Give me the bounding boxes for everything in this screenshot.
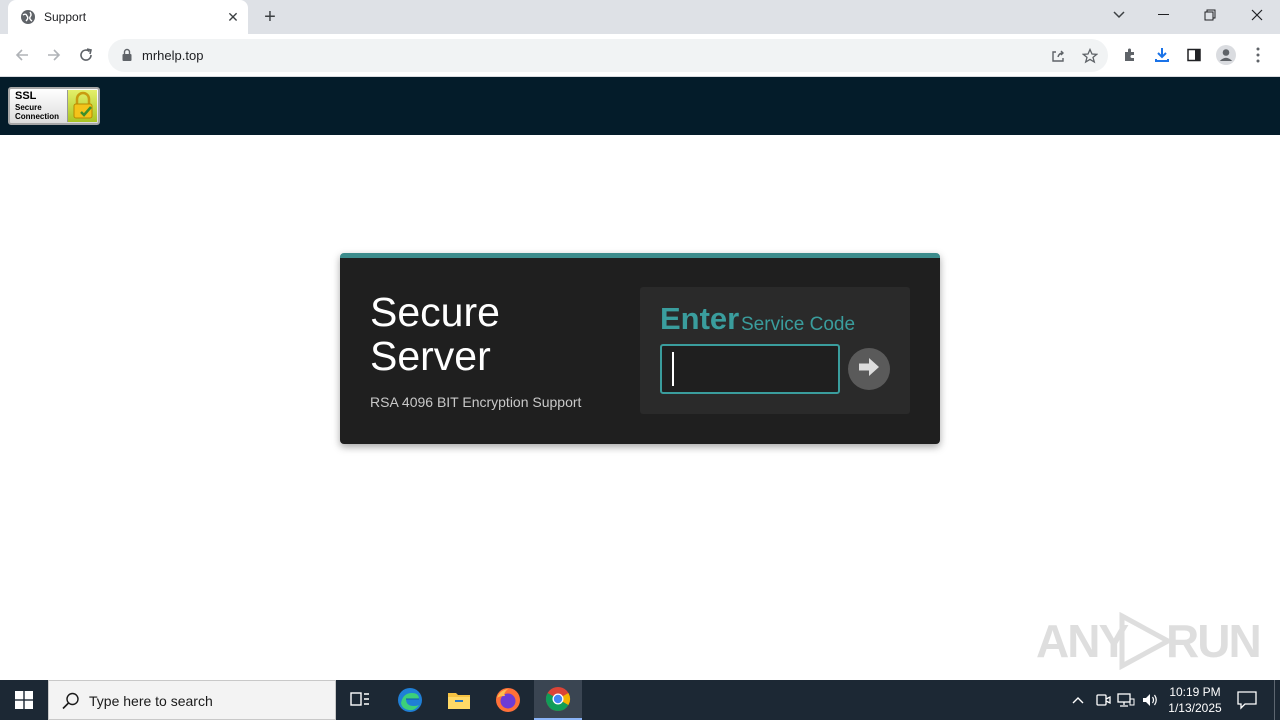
ssl-badge-title: SSL (15, 90, 37, 102)
anyrun-watermark: ANY RUN (1036, 610, 1262, 670)
download-icon[interactable] (1150, 43, 1174, 67)
restore-button[interactable] (1196, 4, 1224, 26)
url-text[interactable]: mrhelp.top (142, 48, 203, 63)
secure-server-card: Secure Server RSA 4096 BIT Encryption Sup… (340, 253, 940, 444)
clock-date: 1/13/2025 (1168, 701, 1222, 715)
arrow-right-icon (857, 357, 881, 382)
show-hidden-icons-chevron-icon[interactable] (1068, 690, 1088, 710)
play-logo-icon (1119, 612, 1174, 670)
submit-arrow-button[interactable] (848, 348, 890, 390)
service-code-panel: Enter Service Code (640, 287, 910, 414)
ssl-badge-subtitle: Secure Connection (15, 103, 59, 121)
ssl-secure-badge: SSL Secure Connection (8, 87, 100, 125)
tab-close-icon[interactable]: ✕ (224, 8, 242, 26)
lock-icon[interactable] (120, 48, 134, 62)
show-desktop-button[interactable] (1274, 680, 1280, 720)
enter-label: Enter (660, 301, 740, 336)
close-window-button[interactable] (1243, 4, 1271, 26)
bookmark-star-icon[interactable] (1078, 44, 1102, 68)
back-arrow-icon[interactable] (10, 43, 34, 67)
browser-toolbar: mrhelp.top (0, 34, 1280, 77)
volume-speaker-icon[interactable] (1140, 690, 1160, 710)
meet-now-icon[interactable] (1093, 690, 1113, 710)
forward-arrow-icon[interactable] (42, 43, 66, 67)
file-explorer-icon[interactable] (435, 680, 483, 720)
windows-start-icon[interactable] (0, 680, 48, 720)
network-icon[interactable] (1116, 690, 1136, 710)
side-panel-icon[interactable] (1182, 43, 1206, 67)
card-subtitle: RSA 4096 BIT Encryption Support (370, 394, 582, 410)
taskbar-search-box[interactable]: Type here to search (48, 680, 336, 720)
extensions-puzzle-icon[interactable] (1118, 43, 1142, 67)
profile-avatar-icon[interactable] (1214, 43, 1238, 67)
new-tab-button[interactable]: + (258, 6, 282, 28)
menu-kebab-icon[interactable] (1246, 43, 1270, 67)
search-placeholder: Type here to search (89, 693, 213, 709)
edge-browser-icon[interactable] (386, 680, 434, 720)
minimize-button[interactable] (1150, 4, 1178, 26)
reload-icon[interactable] (74, 43, 98, 67)
globe-icon (20, 9, 36, 25)
site-header: SSL Secure Connection (0, 77, 1280, 135)
tab-title: Support (44, 10, 87, 24)
notifications-icon[interactable] (1236, 690, 1258, 710)
share-icon[interactable] (1046, 44, 1070, 68)
padlock-check-icon (67, 90, 97, 122)
card-heading: Secure Server (370, 289, 500, 379)
service-code-label: Service Code (741, 314, 856, 335)
address-bar[interactable]: mrhelp.top (108, 39, 1108, 72)
tab-search-chevron-icon[interactable] (1105, 4, 1133, 26)
firefox-icon[interactable] (484, 680, 532, 720)
browser-tab-support[interactable]: Support ✕ (8, 0, 248, 34)
task-view-icon[interactable] (336, 680, 384, 720)
system-clock[interactable]: 10:19 PM 1/13/2025 (1162, 684, 1228, 716)
windows-taskbar: Type here to search 10:19 PM 1/13/2025 (0, 680, 1280, 720)
chrome-icon[interactable] (534, 680, 582, 720)
service-code-input[interactable] (660, 344, 840, 394)
text-caret (672, 352, 674, 386)
clock-time: 10:19 PM (1169, 685, 1221, 699)
search-icon (61, 691, 81, 711)
tab-strip: Support ✕ + (0, 0, 1280, 34)
